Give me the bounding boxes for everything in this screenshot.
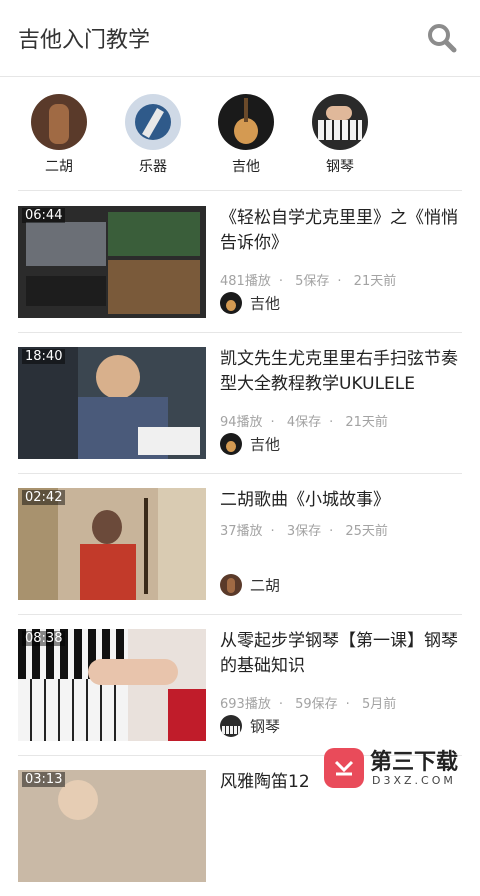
list-item[interactable]: 08:38 从零起步学钢琴【第一课】钢琴的基础知识 693播放 · 59保存 · 5… <box>18 615 462 756</box>
video-category[interactable]: 钢琴 <box>220 715 280 737</box>
category-row: 二胡 乐器 吉他 钢琴 <box>18 90 462 191</box>
save-count: 4保存 <box>286 415 322 430</box>
play-count: 693播放 <box>220 697 271 712</box>
video-stats: 94播放 · 4保存 · 21天前 <box>220 415 388 430</box>
save-count: 3保存 <box>286 524 322 539</box>
category-label: 二胡 <box>45 159 73 175</box>
guitar-avatar <box>220 433 242 455</box>
category-erhu[interactable]: 二胡 <box>24 94 94 176</box>
video-title[interactable]: 《轻松自学尤克里里》之《悄悄告诉你》 <box>220 206 462 258</box>
video-stats: 481播放 · 5保存 · 21天前 <box>220 274 397 289</box>
app-header: 吉他入门教学 <box>0 0 480 77</box>
video-thumbnail[interactable]: 02:42 <box>18 488 206 600</box>
list-item[interactable]: 06:44 《轻松自学尤克里里》之《悄悄告诉你》 481播放 · 5保存 · 21天… <box>18 192 462 333</box>
category-name: 吉他 <box>250 435 281 454</box>
video-category[interactable]: 二胡 <box>220 574 280 596</box>
video-thumbnail[interactable]: 06:44 <box>18 206 206 318</box>
play-count: 37播放 <box>220 524 263 539</box>
guitar-avatar <box>218 94 274 150</box>
piano-avatar <box>312 94 368 150</box>
erhu-avatar <box>31 94 87 150</box>
category-name: 二胡 <box>250 576 281 595</box>
save-count: 59保存 <box>295 697 338 712</box>
video-duration: 02:42 <box>22 490 66 505</box>
category-guitar[interactable]: 吉他 <box>211 94 281 176</box>
post-time: 5月前 <box>361 697 397 712</box>
save-count: 5保存 <box>295 274 330 289</box>
video-thumbnail[interactable]: 08:38 <box>18 629 206 741</box>
post-time: 21天前 <box>353 274 397 289</box>
category-name: 吉他 <box>250 294 281 313</box>
instrument-avatar <box>125 94 181 150</box>
video-thumbnail[interactable]: 18:40 <box>18 347 206 459</box>
video-duration: 06:44 <box>22 208 66 223</box>
video-stats: 693播放 · 59保存 · 5月前 <box>220 697 397 712</box>
play-count: 481播放 <box>220 274 271 289</box>
video-stats: 37播放 · 3保存 · 25天前 <box>220 524 388 539</box>
search-icon[interactable] <box>424 20 460 56</box>
video-title[interactable]: 凯文先生尤克里里右手扫弦节奏型大全教程教学UKULELE <box>220 347 462 399</box>
list-item[interactable]: 02:42 二胡歌曲《小城故事》 37播放 · 3保存 · 25天前 二胡 <box>18 474 462 615</box>
video-thumbnail[interactable]: 03:13 <box>18 770 206 882</box>
category-piano[interactable]: 钢琴 <box>305 94 375 176</box>
site-watermark: 第三下载 D3XZ.COM <box>322 742 472 796</box>
video-duration: 03:13 <box>22 772 66 787</box>
video-category[interactable]: 吉他 <box>220 292 280 314</box>
video-title[interactable]: 从零起步学钢琴【第一课】钢琴的基础知识 <box>220 629 462 681</box>
category-label: 乐器 <box>139 159 167 175</box>
category-label: 钢琴 <box>326 159 354 175</box>
play-count: 94播放 <box>220 415 263 430</box>
watermark-sub: D3XZ.COM <box>372 774 456 787</box>
category-label: 吉他 <box>232 159 260 175</box>
erhu-avatar <box>220 574 242 596</box>
page-title: 吉他入门教学 <box>18 28 151 53</box>
guitar-avatar <box>220 292 242 314</box>
download-logo-icon <box>324 748 364 788</box>
video-category[interactable]: 吉他 <box>220 433 280 455</box>
post-time: 25天前 <box>345 524 388 539</box>
video-duration: 08:38 <box>22 631 66 646</box>
video-duration: 18:40 <box>22 349 66 364</box>
category-name: 钢琴 <box>250 717 281 736</box>
watermark-text: 第三下载 <box>370 750 459 775</box>
post-time: 21天前 <box>345 415 388 430</box>
piano-avatar <box>220 715 242 737</box>
category-instrument[interactable]: 乐器 <box>118 94 188 176</box>
list-item[interactable]: 18:40 凯文先生尤克里里右手扫弦节奏型大全教程教学UKULELE 94播放 ·… <box>18 333 462 474</box>
